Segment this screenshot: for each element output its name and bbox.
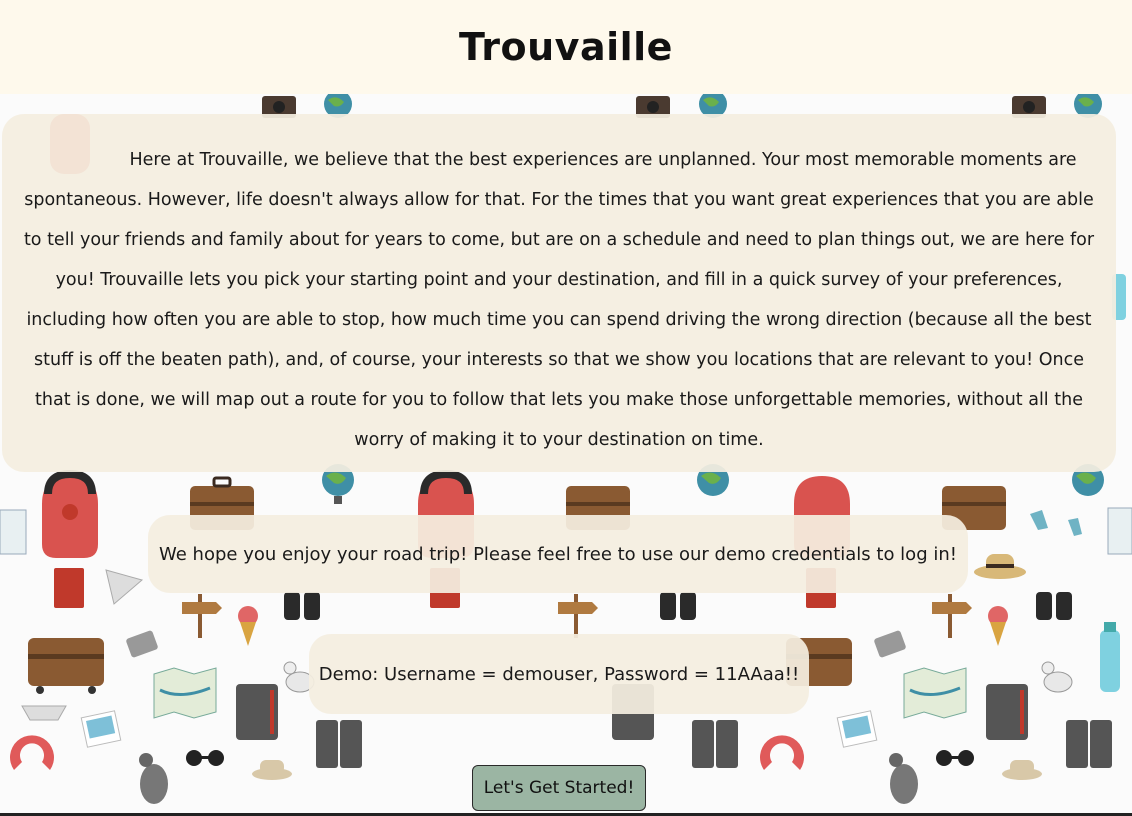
binoculars-icon — [1036, 592, 1072, 620]
backpack-icon — [42, 469, 98, 558]
ice-cream-icon — [238, 606, 258, 646]
signpost-icon — [558, 594, 598, 638]
hat-icon — [974, 554, 1026, 579]
binoculars-icon — [284, 592, 320, 620]
paper-plane-icon — [105, 569, 144, 605]
map-icon — [1107, 507, 1132, 555]
notebook-icon — [236, 684, 278, 740]
ice-cream-icon — [988, 606, 1008, 646]
demo-credentials-text: Demo: Username = demouser, Password = 11… — [318, 663, 800, 685]
intro-panel: Here at Trouvaille, we believe that the … — [2, 114, 1116, 472]
map-icon — [0, 509, 27, 555]
passport-icon — [1066, 720, 1112, 768]
hat-icon — [252, 760, 292, 780]
seagull-icon — [1041, 661, 1073, 693]
app-title: Trouvaille — [459, 25, 673, 69]
get-started-button[interactable]: Let's Get Started! — [472, 765, 646, 811]
ticket-icon — [874, 630, 906, 658]
pigeon-icon — [889, 753, 918, 804]
signpost-icon — [932, 594, 972, 638]
hat-icon — [1002, 760, 1042, 780]
passport-icon — [316, 720, 362, 768]
passport-icon — [692, 720, 738, 768]
notebook-icon — [986, 684, 1028, 740]
photo-icon — [80, 710, 122, 748]
road-trip-message-panel: We hope you enjoy your road trip! Please… — [148, 515, 968, 593]
suitcase-icon — [28, 638, 104, 694]
ticket-icon — [126, 630, 158, 658]
photo-icon — [836, 710, 878, 748]
sunglasses-icon — [186, 750, 224, 766]
intro-text: Here at Trouvaille, we believe that the … — [23, 150, 1095, 450]
paper-boat-icon — [21, 705, 67, 721]
sneakers-icon — [1030, 510, 1082, 536]
binoculars-icon — [660, 592, 696, 620]
map-icon — [903, 667, 967, 719]
signpost-icon — [182, 594, 222, 638]
water-bottle-icon — [1100, 622, 1120, 692]
demo-credentials-panel: Demo: Username = demouser, Password = 11… — [309, 634, 809, 714]
map-icon — [153, 667, 217, 719]
road-trip-message: We hope you enjoy your road trip! Please… — [159, 543, 957, 565]
sunglasses-icon — [936, 750, 974, 766]
passport-icon — [54, 568, 84, 608]
app-header: Trouvaille — [0, 0, 1132, 94]
neck-pillow-icon — [10, 735, 54, 770]
neck-pillow-icon — [760, 735, 804, 770]
pigeon-icon — [139, 753, 168, 804]
